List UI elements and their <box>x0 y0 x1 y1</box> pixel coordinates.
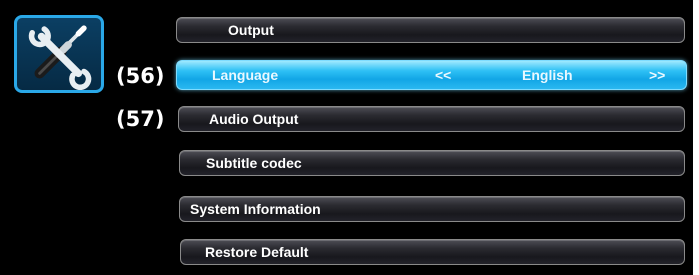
language-value: English <box>522 67 573 83</box>
arrow-right-icon[interactable]: >> <box>649 61 665 89</box>
wrench-screwdriver-icon <box>28 25 92 90</box>
menu-item-label: Output <box>228 22 274 38</box>
tools-settings-icon <box>14 15 104 93</box>
annotation-marker-56: (56) <box>116 64 165 88</box>
menu-item-label: System Information <box>190 201 321 217</box>
menu-item-output[interactable]: Output <box>176 17 685 43</box>
menu-item-label: Restore Default <box>205 244 309 260</box>
menu-item-audio-output[interactable]: Audio Output <box>178 106 685 132</box>
annotation-marker-57: (57) <box>116 107 165 131</box>
menu-item-label: Language <box>212 67 279 83</box>
menu-item-subtitle-codec[interactable]: Subtitle codec <box>179 150 685 176</box>
menu-item-system-information[interactable]: System Information <box>179 196 685 222</box>
arrow-left-icon[interactable]: << <box>435 61 451 89</box>
menu-item-restore-default[interactable]: Restore Default <box>180 239 685 265</box>
menu-item-label: Audio Output <box>209 111 299 127</box>
menu-item-language[interactable]: Language << English >> <box>176 60 687 90</box>
menu-item-label: Subtitle codec <box>206 155 302 171</box>
settings-screen: (56) (57) Output Language << English >> … <box>0 0 693 275</box>
